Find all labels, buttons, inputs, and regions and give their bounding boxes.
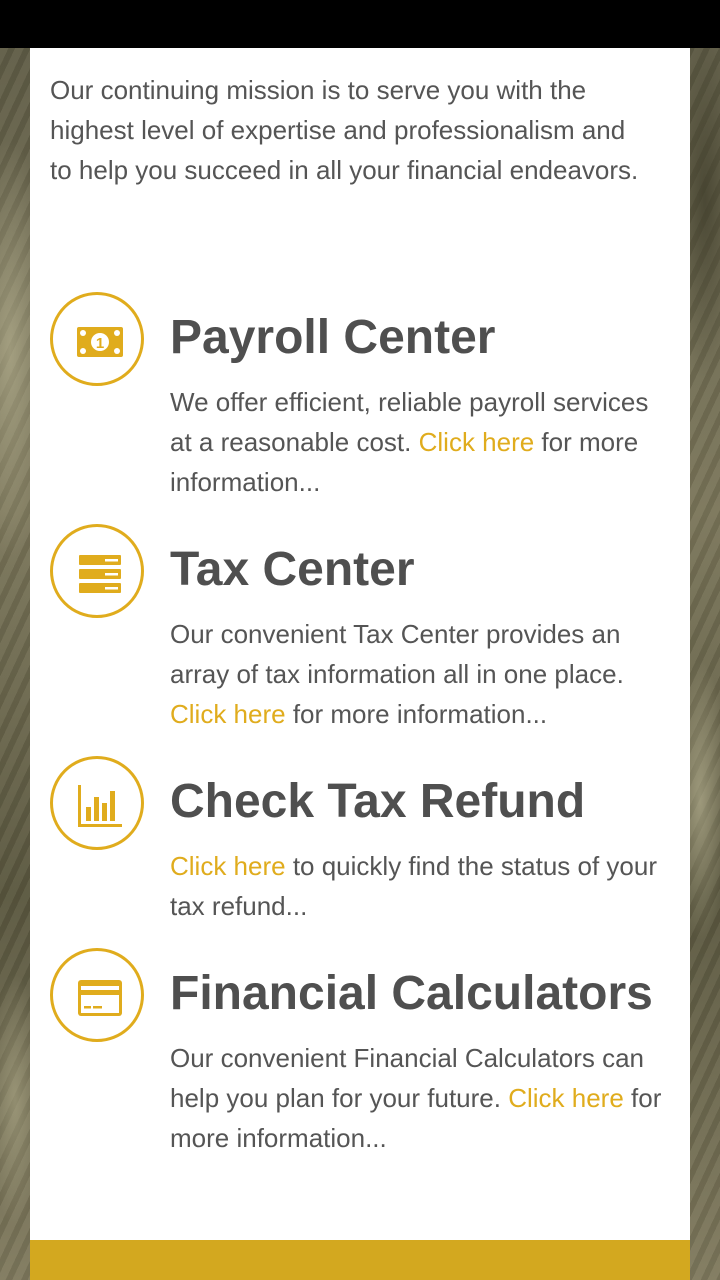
content-card: Our continuing mission is to serve you w… — [30, 48, 690, 1280]
svg-text:1: 1 — [96, 335, 104, 352]
click-here-link[interactable]: Click here — [170, 851, 286, 881]
bar-chart-icon-graphic — [78, 785, 122, 827]
click-here-link[interactable]: Click here — [170, 699, 286, 729]
footer-bar — [30, 1240, 690, 1280]
server-list-icon-graphic — [79, 555, 121, 593]
money-bill-icon[interactable]: 1 — [50, 292, 144, 386]
click-here-link[interactable]: Click here — [508, 1083, 624, 1113]
service-description: Our convenient Tax Center provides an ar… — [170, 614, 670, 734]
service-description: Click here to quickly find the status of… — [170, 846, 670, 926]
service-title: Financial Calculators — [170, 967, 653, 1020]
bar-chart-icon[interactable] — [50, 756, 144, 850]
click-here-link[interactable]: Click here — [419, 427, 535, 457]
service-title: Payroll Center — [170, 311, 496, 364]
description-text: for more information... — [285, 699, 548, 729]
server-list-icon[interactable] — [50, 524, 144, 618]
service-title: Check Tax Refund — [170, 775, 586, 828]
mission-statement: Our continuing mission is to serve you w… — [50, 75, 639, 185]
service-title: Tax Center — [170, 543, 415, 596]
description-text: Our convenient Tax Center provides an ar… — [170, 619, 624, 689]
credit-card-icon-graphic — [78, 980, 122, 1016]
money-bill-icon-graphic: 1 — [77, 327, 123, 357]
credit-card-icon[interactable] — [50, 948, 144, 1042]
status-bar — [0, 0, 720, 48]
service-description: Our convenient Financial Calculators can… — [170, 1038, 670, 1158]
service-description: We offer efficient, reliable payroll ser… — [170, 382, 670, 502]
